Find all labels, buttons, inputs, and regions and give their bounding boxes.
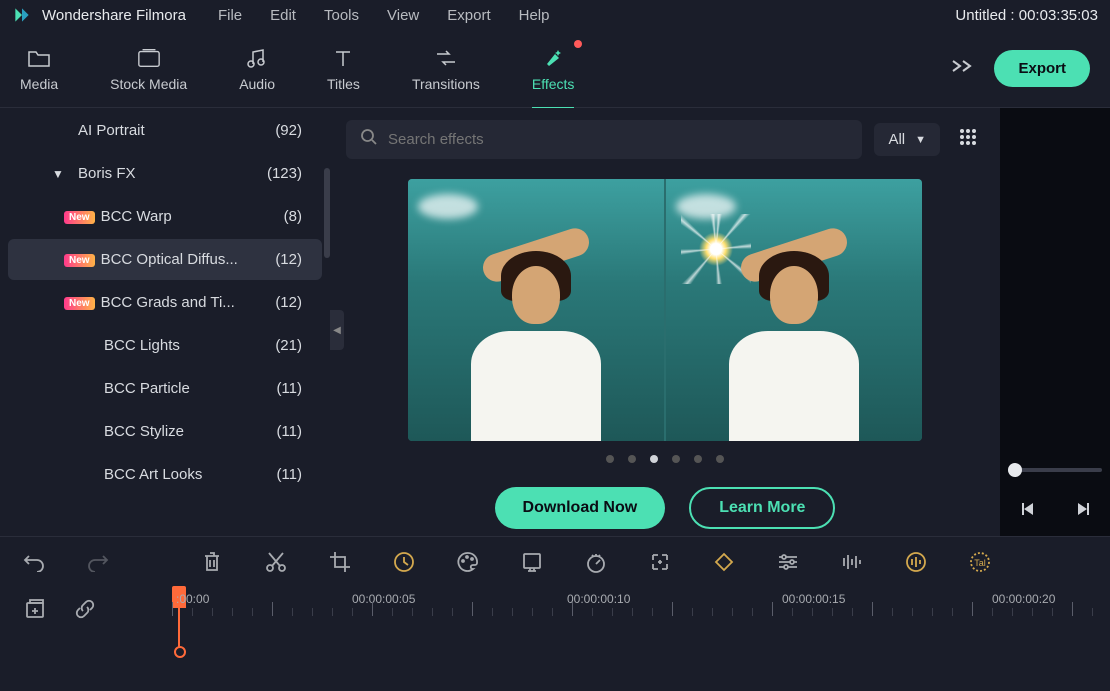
new-badge: New	[64, 211, 95, 224]
cut-button[interactable]	[264, 550, 288, 574]
tab-effects[interactable]: Effects	[532, 38, 575, 100]
color-button[interactable]	[456, 550, 480, 574]
audio-stretch-button[interactable]	[904, 550, 928, 574]
prev-frame-button[interactable]	[1019, 501, 1037, 522]
transitions-icon	[434, 46, 458, 70]
titlebar: Wondershare Filmora File Edit Tools View…	[0, 0, 1110, 30]
tab-stock-media[interactable]: Stock Media	[110, 38, 187, 100]
main-tabs: Media Stock Media Audio Titles Transitio…	[0, 30, 1110, 108]
timeline: :00:00 00:00:00:05 00:00:00:10 00:00:00:…	[0, 586, 1110, 691]
sidebar-item-bcc-grads[interactable]: NewBCC Grads and Ti... (12)	[8, 282, 322, 323]
person-illustration	[709, 231, 879, 441]
filter-dropdown[interactable]: All ▼	[874, 123, 940, 156]
menu-bar: File Edit Tools View Export Help	[218, 7, 550, 24]
folder-icon	[27, 46, 51, 70]
sidebar-item-ai-portrait[interactable]: AI Portrait (92)	[8, 110, 322, 151]
sidebar-item-bcc-stylize[interactable]: BCC Stylize (11)	[8, 411, 322, 452]
sidebar-collapse-handle[interactable]: ◀	[330, 310, 344, 350]
chevron-down-icon: ▼	[52, 167, 64, 181]
search-icon	[360, 128, 378, 151]
menu-tools[interactable]: Tools	[324, 7, 359, 24]
learn-more-button[interactable]: Learn More	[689, 487, 835, 529]
sidebar-scrollbar[interactable]	[322, 108, 330, 536]
carousel-dot-5[interactable]	[716, 455, 724, 463]
carousel-dots	[346, 455, 984, 463]
menu-help[interactable]: Help	[519, 7, 550, 24]
project-title: Untitled : 00:03:35:03	[955, 7, 1098, 24]
effects-icon	[541, 46, 565, 70]
crop-button[interactable]	[328, 550, 352, 574]
timeline-toolbar: Tal	[0, 536, 1110, 586]
chevron-left-icon: ◀	[333, 325, 341, 336]
app-title: Wondershare Filmora	[42, 7, 186, 24]
tab-audio[interactable]: Audio	[239, 38, 275, 100]
mask-button[interactable]	[648, 550, 672, 574]
menu-view[interactable]: View	[387, 7, 419, 24]
sidebar-item-boris-fx[interactable]: ▼ Boris FX (123)	[8, 153, 322, 194]
grid-view-toggle[interactable]	[952, 121, 984, 158]
adjust-button[interactable]	[776, 550, 800, 574]
text-to-speech-button[interactable]: Tal	[968, 550, 992, 574]
app-logo-icon	[12, 5, 32, 25]
menu-export[interactable]: Export	[447, 7, 490, 24]
preview-panel	[1000, 108, 1110, 536]
search-box[interactable]	[346, 120, 862, 159]
undo-button[interactable]	[22, 550, 46, 574]
promo-image-before	[408, 179, 664, 441]
tab-media[interactable]: Media	[20, 38, 58, 100]
sidebar-item-bcc-particle[interactable]: BCC Particle (11)	[8, 368, 322, 409]
speed-button[interactable]	[392, 550, 416, 574]
export-button[interactable]: Export	[994, 50, 1090, 87]
chevron-down-icon: ▼	[915, 134, 926, 146]
download-now-button[interactable]: Download Now	[495, 487, 666, 529]
promo-image-after	[666, 179, 922, 441]
menu-file[interactable]: File	[218, 7, 242, 24]
audio-icon	[245, 46, 269, 70]
tab-transitions[interactable]: Transitions	[412, 38, 480, 100]
carousel-dot-0[interactable]	[606, 455, 614, 463]
stock-icon	[137, 46, 161, 70]
carousel-dot-3[interactable]	[672, 455, 680, 463]
new-badge: New	[64, 297, 95, 310]
next-frame-button[interactable]	[1074, 501, 1092, 522]
speed-ramp-button[interactable]	[584, 550, 608, 574]
keyframe-button[interactable]	[712, 550, 736, 574]
slider-thumb[interactable]	[1008, 463, 1022, 477]
carousel-dot-2[interactable]	[650, 455, 658, 463]
more-tabs-button[interactable]	[950, 57, 974, 80]
promo-carousel	[408, 179, 922, 441]
green-screen-button[interactable]	[520, 550, 544, 574]
sidebar-item-bcc-art-looks[interactable]: BCC Art Looks (11)	[8, 454, 322, 495]
audio-mixer-button[interactable]	[840, 550, 864, 574]
timeline-ruler[interactable]: :00:00 00:00:00:05 00:00:00:10 00:00:00:…	[172, 586, 1110, 616]
tab-titles[interactable]: Titles	[327, 38, 360, 100]
sidebar-item-bcc-warp[interactable]: NewBCC Warp (8)	[8, 196, 322, 237]
timeline-track[interactable]: :00:00 00:00:00:05 00:00:00:10 00:00:00:…	[172, 586, 1110, 691]
effects-sidebar: AI Portrait (92) ▼ Boris FX (123) NewBCC…	[0, 108, 330, 536]
sidebar-item-bcc-lights[interactable]: BCC Lights (21)	[8, 325, 322, 366]
new-badge: New	[64, 254, 95, 267]
body: AI Portrait (92) ▼ Boris FX (123) NewBCC…	[0, 108, 1110, 536]
carousel-dot-1[interactable]	[628, 455, 636, 463]
preview-slider[interactable]	[1008, 468, 1102, 472]
svg-text:Tal: Tal	[974, 558, 986, 568]
search-input[interactable]	[388, 131, 848, 148]
delete-button[interactable]	[200, 550, 224, 574]
menu-edit[interactable]: Edit	[270, 7, 296, 24]
carousel-dot-4[interactable]	[694, 455, 702, 463]
effects-main: All ▼	[330, 108, 1000, 536]
notification-dot-icon	[574, 40, 582, 48]
person-illustration	[451, 231, 621, 441]
add-track-button[interactable]	[24, 598, 46, 625]
sidebar-item-bcc-optical-diffusion[interactable]: NewBCC Optical Diffus... (12)	[8, 239, 322, 280]
link-button[interactable]	[74, 598, 96, 625]
titles-icon	[331, 46, 355, 70]
redo-button[interactable]	[86, 550, 110, 574]
